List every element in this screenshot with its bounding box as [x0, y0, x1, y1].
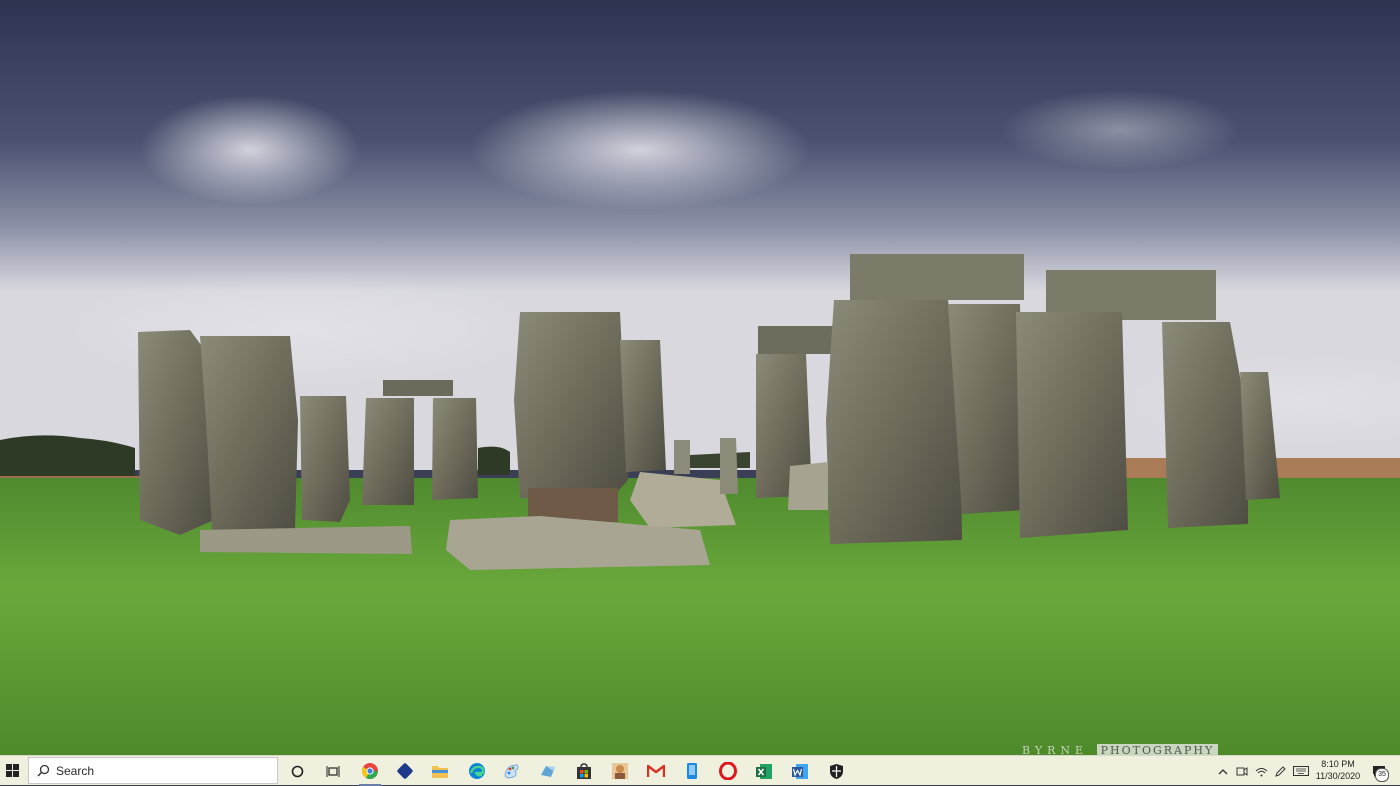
taskbar-app-excel[interactable]: [749, 756, 779, 786]
taskbar-app-gmail[interactable]: [641, 756, 671, 786]
clock-time: 8:10 PM: [1321, 759, 1355, 769]
wifi-icon: [1255, 767, 1267, 776]
clock-date: 11/30/2020: [1315, 771, 1361, 781]
taskbar-app-cloud[interactable]: [533, 756, 563, 786]
word-icon: [792, 763, 808, 779]
search-icon: [37, 764, 50, 777]
cortana-icon: [291, 765, 303, 777]
chevron-up-icon: [1218, 768, 1228, 774]
show-hidden-icons-button[interactable]: [1214, 756, 1232, 786]
app-blue-icon: [396, 762, 414, 780]
taskbar-app-chrome[interactable]: [355, 756, 385, 786]
notification-count-badge: 35: [1375, 768, 1389, 782]
pen-icon: [1275, 766, 1286, 777]
cloud-app-icon: [541, 766, 555, 777]
cortana-button[interactable]: [282, 756, 312, 786]
search-placeholder: Search: [56, 763, 95, 778]
photographer-watermark: BYRNE PHOTOGRAPHY: [1022, 744, 1219, 757]
tray-network[interactable]: [1252, 756, 1270, 786]
taskbar-app-opera[interactable]: [713, 756, 743, 786]
task-view-icon: [326, 765, 340, 777]
taskbar-app-paint[interactable]: [497, 756, 527, 786]
photo-app-icon: [612, 763, 628, 779]
search-input[interactable]: Search: [28, 757, 278, 784]
security-icon: [829, 763, 843, 779]
taskbar-app-file-explorer[interactable]: [425, 756, 455, 786]
phone-app-icon: [687, 763, 697, 779]
file-explorer-icon: [432, 765, 448, 778]
chrome-icon: [361, 763, 378, 780]
taskbar-app-photo[interactable]: [605, 756, 635, 786]
start-button[interactable]: [0, 756, 26, 786]
edge-icon: [469, 763, 485, 779]
taskbar-app-blue[interactable]: [390, 756, 420, 786]
stonehenge-wallpaper: [0, 0, 1400, 755]
windows-logo-icon: [6, 764, 19, 777]
opera-icon: [719, 762, 737, 780]
taskbar-app-store[interactable]: [569, 756, 599, 786]
store-icon: [577, 762, 591, 779]
clock[interactable]: 8:10 PM 11/30/2020: [1312, 758, 1364, 782]
taskbar-app-edge[interactable]: [462, 756, 492, 786]
paint-icon: [504, 764, 519, 779]
taskbar: Search 8:10 PM 11/30/2020 35: [0, 755, 1400, 786]
tray-meet-now[interactable]: [1233, 756, 1251, 786]
excel-icon: [756, 763, 772, 779]
tray-keyboard[interactable]: [1291, 756, 1311, 786]
meet-now-icon: [1236, 767, 1248, 776]
taskbar-app-phone[interactable]: [677, 756, 707, 786]
taskbar-app-word[interactable]: [785, 756, 815, 786]
keyboard-icon: [1293, 766, 1309, 776]
taskbar-app-security[interactable]: [821, 756, 851, 786]
gmail-icon: [647, 764, 665, 777]
action-center-button[interactable]: 35: [1366, 756, 1392, 786]
task-view-button[interactable]: [318, 756, 348, 786]
tray-pen[interactable]: [1271, 756, 1289, 786]
